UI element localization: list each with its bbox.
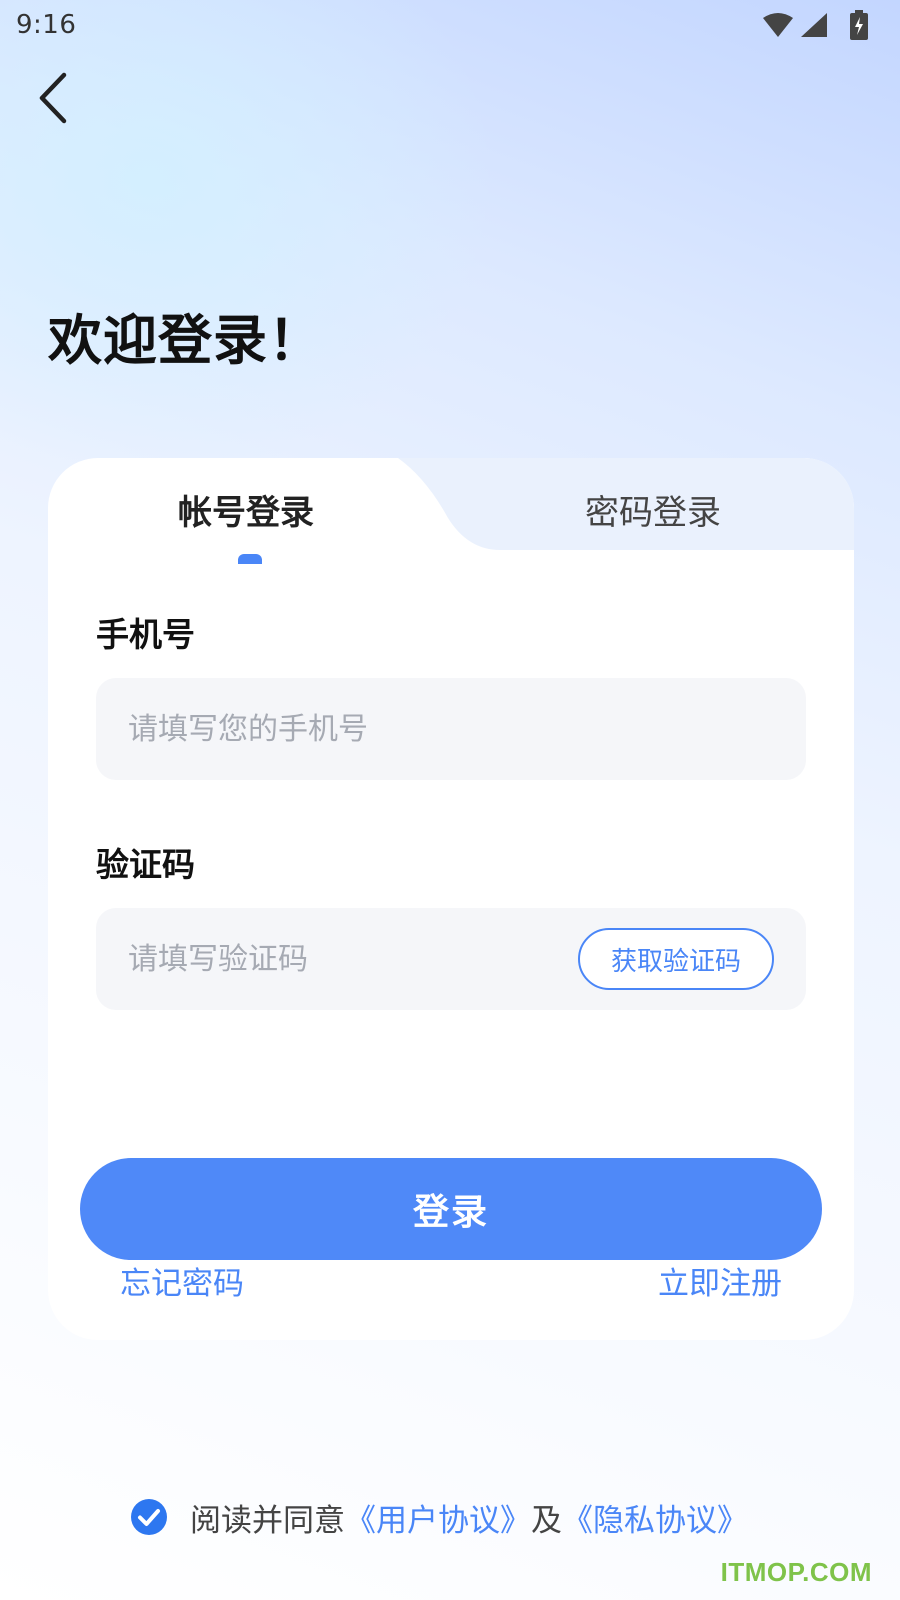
login-tabs: 帐号登录 密码登录 xyxy=(48,458,854,564)
welcome-title: 欢迎登录！ xyxy=(48,309,323,372)
phone-label: 手机号 xyxy=(96,615,195,654)
status-icons xyxy=(762,10,870,40)
checkbox-checked-icon[interactable] xyxy=(130,1498,168,1536)
status-time: 9:16 xyxy=(16,10,77,40)
forgot-password-link[interactable]: 忘记密码 xyxy=(120,1258,244,1303)
phone-input[interactable] xyxy=(128,711,806,747)
agreement-and: 及 xyxy=(531,1502,562,1539)
privacy-agreement-link[interactable]: 《隐私协议》 xyxy=(562,1495,748,1540)
register-link[interactable]: 立即注册 xyxy=(658,1258,782,1303)
login-card: 帐号登录 密码登录 手机号 验证码 获取验证码 登录 忘记密码 立即注册 xyxy=(48,458,854,1340)
user-agreement-link[interactable]: 《用户协议》 xyxy=(345,1495,531,1540)
status-bar: 9:16 xyxy=(0,0,900,50)
code-label: 验证码 xyxy=(96,845,195,884)
code-input[interactable] xyxy=(128,941,588,977)
agreement-prefix: 阅读并同意 xyxy=(190,1502,345,1539)
code-input-box: 获取验证码 xyxy=(96,908,806,1010)
back-arrow-icon xyxy=(39,72,67,124)
login-button[interactable]: 登录 xyxy=(80,1158,822,1260)
get-code-button[interactable]: 获取验证码 xyxy=(578,928,774,990)
back-button[interactable] xyxy=(28,68,78,128)
active-tab-indicator xyxy=(238,554,262,564)
watermark: ITMOP.COM xyxy=(720,1557,872,1587)
login-screen: 9:16 欢迎登录！ 帐号登录 密码登录 手机号 请填写您的手机号 验证码 请填… xyxy=(0,0,900,1600)
tab-account-login[interactable]: 帐号登录 xyxy=(146,484,346,534)
battery-charging-icon xyxy=(850,10,868,40)
tab-password-login[interactable]: 密码登录 xyxy=(553,484,753,534)
signal-icon xyxy=(801,13,827,37)
agreement-row: 阅读并同意 《用户协议》 及 《隐私协议》 xyxy=(130,1492,748,1542)
phone-input-box xyxy=(96,678,806,780)
wifi-icon xyxy=(763,13,793,37)
